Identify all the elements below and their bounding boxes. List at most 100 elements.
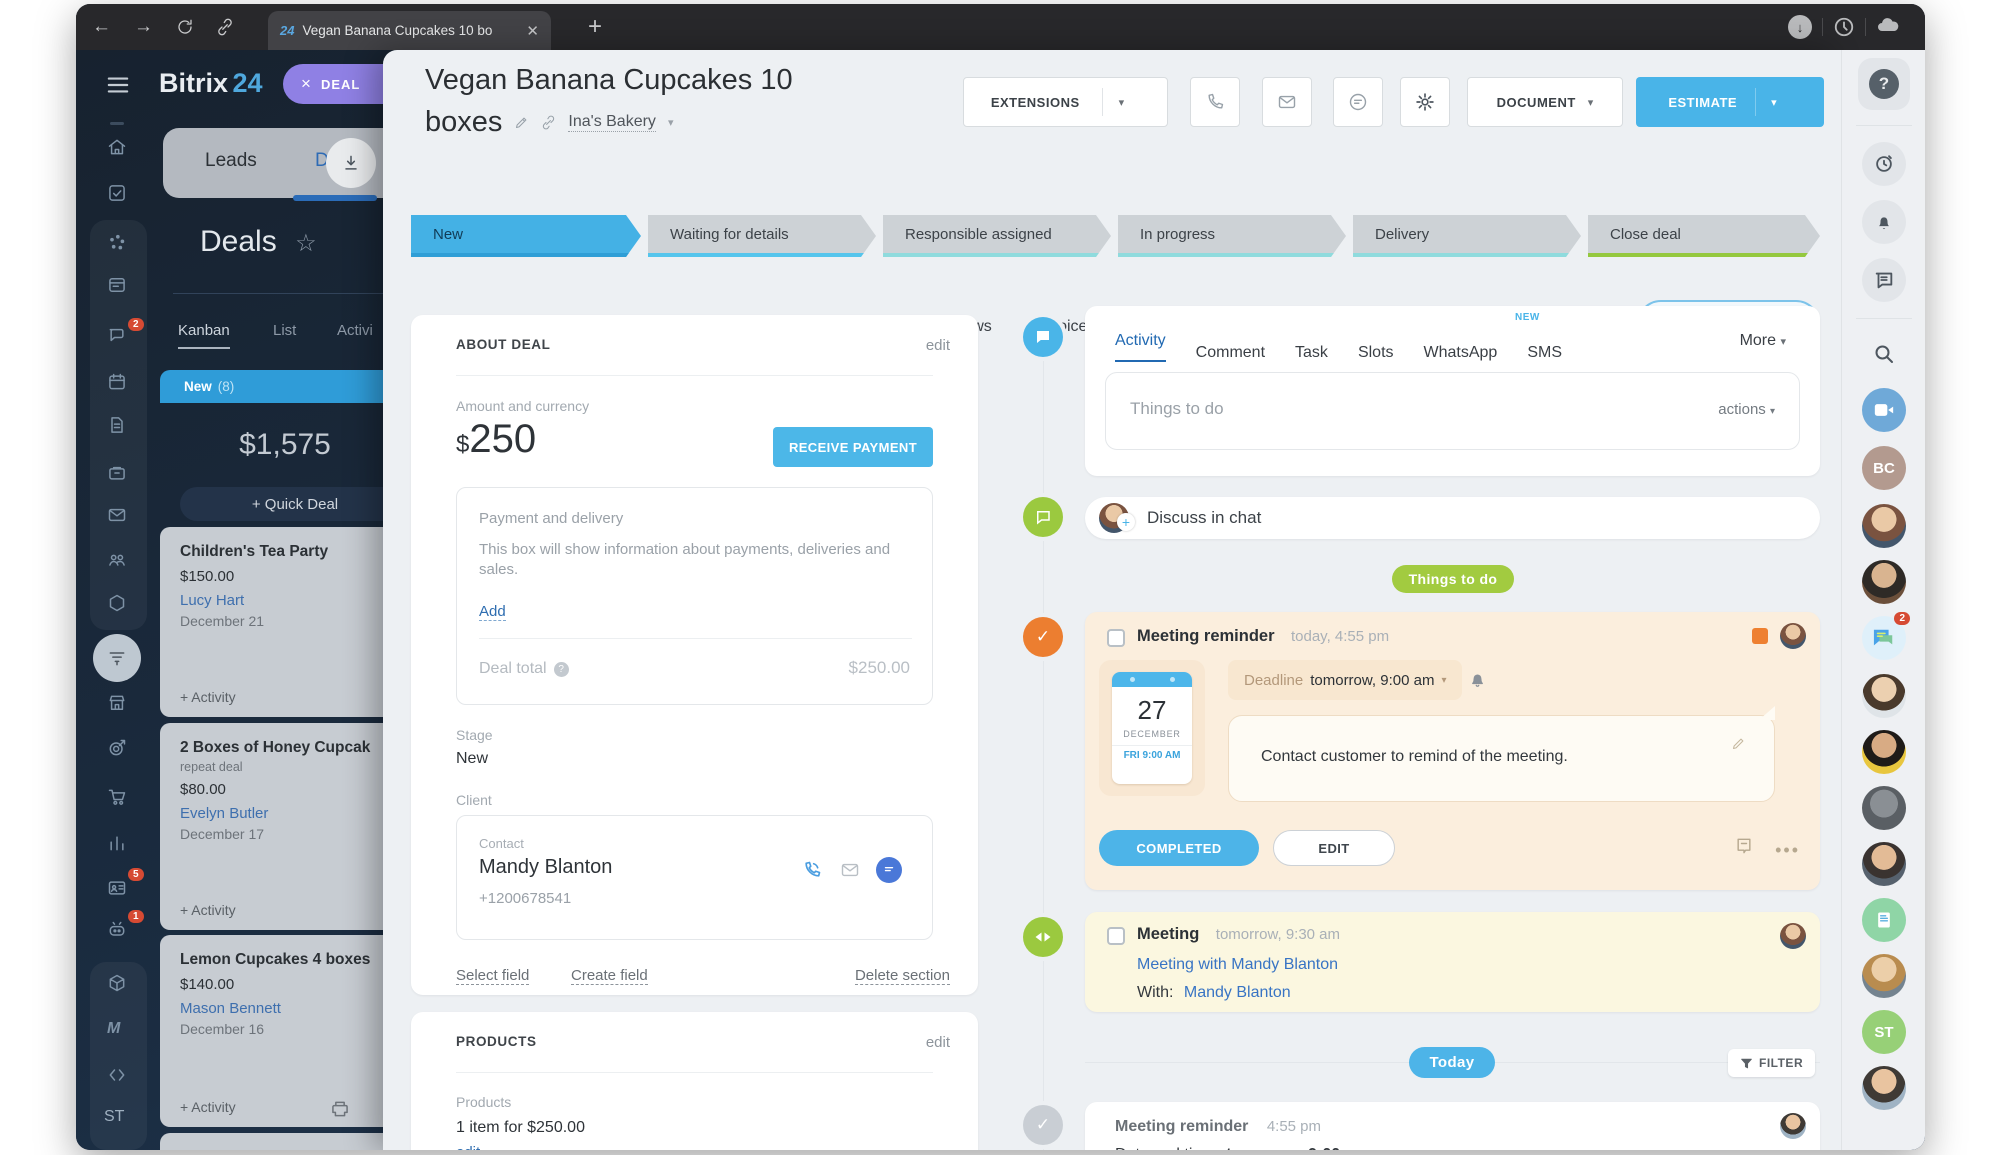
activity-tab-activity[interactable]: Activity [1115,332,1166,362]
chat-button[interactable] [1333,77,1383,127]
company-name[interactable]: Ina's Bakery [568,113,656,132]
help-icon[interactable]: ? [554,662,569,677]
download-icon[interactable]: ↓ [1788,15,1812,39]
kanban-card[interactable]: Chocolate cake [160,1133,383,1150]
contact-email-icon[interactable] [840,860,860,880]
contact-center-icon[interactable] [107,878,127,898]
tab-leads[interactable]: Leads [205,150,257,172]
cloud-icon[interactable] [1876,13,1900,42]
video-call-avatar[interactable] [1862,388,1906,432]
feed-icon[interactable] [107,275,127,295]
browser-tab[interactable]: 24 Vegan Banana Cupcakes 10 bo ✕ [268,11,551,50]
developer-icon[interactable] [107,1065,127,1085]
kanban-column-header[interactable]: New (8) [160,370,383,403]
people-icon[interactable] [107,550,127,570]
document-button[interactable]: DOCUMENT ▾ [1467,77,1623,127]
cube-icon[interactable] [107,973,127,993]
help-button[interactable]: ? [1858,58,1910,110]
new-tab-icon[interactable]: + [588,4,602,50]
reminder-bell-icon[interactable] [1468,670,1487,689]
messenger-icon[interactable] [107,325,127,345]
avatar[interactable] [1862,504,1906,548]
chat-transfer-button[interactable] [1862,258,1906,302]
quick-deal-button[interactable]: + Quick Deal [180,487,383,521]
stage-responsible[interactable]: Responsible assigned [883,215,1111,257]
contact-name[interactable]: Mandy Blanton [479,856,612,879]
stage-delivery[interactable]: Delivery [1353,215,1581,257]
company-caret-icon[interactable]: ▾ [668,116,674,129]
document-chat-avatar[interactable] [1862,898,1906,942]
receive-payment-button[interactable]: RECEIVE PAYMENT [773,427,933,467]
favorite-star-icon[interactable]: ☆ [295,230,317,257]
history-icon[interactable] [1833,16,1855,38]
tasks-icon[interactable] [107,183,127,203]
stage-new[interactable]: New [411,215,641,257]
automation-icon[interactable] [107,593,127,613]
reload-icon[interactable] [176,18,194,36]
payment-add-link[interactable]: Add [479,603,506,621]
sales-icon[interactable] [107,787,127,807]
deadline-pill[interactable]: Deadline tomorrow, 9:00 am ▾ [1228,660,1462,700]
edit-title-icon[interactable] [514,115,529,130]
estimate-button[interactable]: ESTIMATE ▾ [1636,77,1824,127]
extensions-caret-icon[interactable]: ▾ [1103,96,1141,109]
avatar[interactable] [1862,1066,1906,1110]
meeting-link[interactable]: Meeting with Mandy Blanton [1137,956,1338,974]
note-edit-icon[interactable] [1731,736,1746,751]
email-button[interactable] [1262,77,1312,127]
meeting-checkbox[interactable] [1107,927,1125,945]
products-edit-link[interactable]: edit [926,1034,950,1051]
link-icon[interactable] [216,18,234,36]
about-edit-link[interactable]: edit [926,337,950,354]
copilot-icon[interactable] [107,920,127,940]
select-field-link[interactable]: Select field [456,967,529,985]
contact-chat-icon[interactable] [876,857,902,883]
st-avatar[interactable]: ST [1862,1010,1906,1054]
call-button[interactable] [1190,77,1240,127]
contact-call-icon[interactable] [802,860,822,880]
bc-avatar[interactable]: BC [1862,446,1906,490]
avatar[interactable] [1862,674,1906,718]
amount-value[interactable]: $250 [456,417,536,462]
collapse-button[interactable] [326,138,376,188]
contact-phone[interactable]: +1200678541 [479,890,571,907]
view-tab-activity[interactable]: Activi [337,322,373,339]
activity-tab-task[interactable]: Task [1295,344,1328,362]
stage-close[interactable]: Close deal [1588,215,1820,257]
drive-icon[interactable] [107,463,127,483]
deal-slider-pill[interactable]: × DEAL [283,64,383,104]
kanban-card[interactable]: Lemon Cupcakes 4 boxes $140.00 Mason Ben… [160,935,383,1127]
avatar[interactable] [1862,842,1906,886]
crm-icon[interactable] [107,233,127,253]
stage-value[interactable]: New [456,750,488,768]
activity-tab-comment[interactable]: Comment [1196,344,1265,362]
kanban-card[interactable]: 2 Boxes of Honey Cupcak repeat deal $80.… [160,723,383,930]
activity-tab-whatsapp[interactable]: WhatsApp [1424,344,1498,362]
timer-button[interactable] [1862,142,1906,186]
reminder-more-icon[interactable]: ••• [1775,840,1800,861]
kanban-card[interactable]: Children's Tea Party $150.00 Lucy Hart D… [160,527,383,717]
extensions-button[interactable]: EXTENSIONS ▾ [963,77,1168,127]
store-icon[interactable] [107,693,127,713]
market-icon[interactable]: M [107,1020,127,1040]
add-participant-icon[interactable]: + [1117,513,1135,531]
filter-icon[interactable] [107,648,127,668]
meeting-with-link[interactable]: Mandy Blanton [1184,984,1291,1001]
avatar[interactable] [1862,786,1906,830]
notifications-button[interactable] [1862,200,1906,244]
chat-notification-avatar[interactable]: 2 [1862,616,1906,660]
today-badge[interactable]: Today [1409,1047,1495,1078]
stage-inprogress[interactable]: In progress [1118,215,1346,257]
close-icon[interactable]: × [301,74,311,94]
documents-icon[interactable] [107,415,127,435]
create-field-link[interactable]: Create field [571,967,648,985]
edit-button[interactable]: EDIT [1273,830,1395,866]
stage-waiting[interactable]: Waiting for details [648,215,876,257]
todo-actions[interactable]: actions ▾ [1718,401,1775,418]
bitrix-logo[interactable]: Bitrix 24 [159,68,263,99]
avatar[interactable] [1862,560,1906,604]
view-tab-kanban[interactable]: Kanban [178,322,230,349]
discuss-chat-bar[interactable]: + Discuss in chat [1085,497,1820,539]
delete-section-link[interactable]: Delete section [855,967,950,985]
back-icon[interactable]: ← [92,4,111,50]
